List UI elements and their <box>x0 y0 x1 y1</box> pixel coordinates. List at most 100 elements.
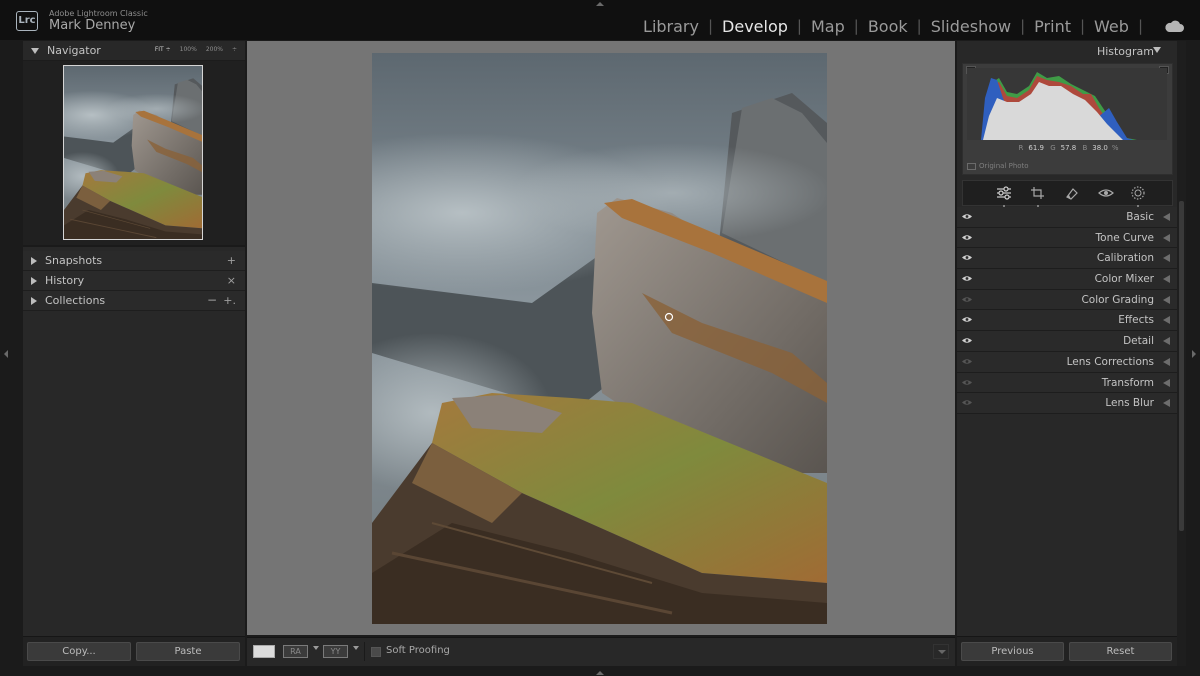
cloud-icon[interactable] <box>1164 19 1184 33</box>
eye-icon[interactable] <box>962 213 972 220</box>
zoom-more[interactable]: ÷ <box>232 46 237 53</box>
panel-calibration[interactable]: Calibration <box>957 248 1177 270</box>
expand-arrow-icon <box>1163 337 1170 346</box>
zoom-100[interactable]: 100% <box>180 46 197 53</box>
soft-proofing-checkbox[interactable] <box>371 647 381 657</box>
panel-basic[interactable]: Basic <box>957 207 1177 228</box>
heal-icon[interactable] <box>1063 185 1081 201</box>
module-library[interactable]: Library <box>643 17 699 36</box>
eye-icon[interactable] <box>962 275 972 282</box>
crop-icon[interactable] <box>1029 185 1047 201</box>
top-bar: Lrc Adobe Lightroom Classic Mark Denney … <box>0 0 1200 40</box>
navigator-title: Navigator <box>47 44 101 57</box>
expand-arrow-icon <box>1163 378 1170 387</box>
history-label: History <box>45 274 85 287</box>
eye-icon[interactable] <box>962 316 972 323</box>
top-panel-collapse-icon[interactable] <box>596 2 604 6</box>
sliders-icon[interactable] <box>995 185 1013 201</box>
collapse-triangle-icon <box>1153 47 1161 53</box>
image-canvas[interactable] <box>247 41 955 635</box>
before-after-ra-button[interactable]: RA <box>283 645 308 658</box>
expand-arrow-icon <box>1163 275 1170 284</box>
photo-icon <box>967 162 976 170</box>
collections-label: Collections <box>45 294 106 307</box>
expand-arrow-icon <box>1163 233 1170 242</box>
identity-plate-user[interactable]: Mark Denney <box>49 18 135 33</box>
module-print[interactable]: Print <box>1034 17 1071 36</box>
bottom-panel-collapse-icon[interactable] <box>596 671 604 675</box>
navigator-thumbnail[interactable] <box>63 65 203 240</box>
redeye-icon[interactable] <box>1097 185 1115 201</box>
expand-arrow-icon <box>1163 295 1170 304</box>
navigator-preview[interactable] <box>23 61 245 247</box>
right-panel-footer: Previous Reset <box>957 636 1177 666</box>
rgb-readout: R 61.9 G 57.8 B 38.0% <box>1018 144 1119 152</box>
histogram-header[interactable]: Histogram <box>957 41 1177 61</box>
eye-icon[interactable] <box>962 337 972 344</box>
module-develop[interactable]: Develop <box>722 17 788 36</box>
navigator-header[interactable]: Navigator FIT ÷ 100% 200% ÷ <box>23 41 245 61</box>
left-panel-collapse-icon[interactable] <box>4 350 8 358</box>
copy-settings-button[interactable]: Copy... <box>27 642 131 661</box>
zoom-200[interactable]: 200% <box>206 46 223 53</box>
add-collection-button[interactable]: +. <box>223 294 236 307</box>
expand-arrow-icon <box>1163 357 1170 366</box>
expand-triangle-icon <box>31 256 37 265</box>
right-panel-collapse-icon[interactable] <box>1192 350 1196 358</box>
eye-icon[interactable] <box>962 296 972 303</box>
before-after-yy-button[interactable]: YY <box>323 645 348 658</box>
loupe-view-button[interactable] <box>253 645 275 658</box>
module-web[interactable]: Web <box>1094 17 1129 36</box>
expand-triangle-icon <box>31 276 37 285</box>
eye-icon[interactable] <box>962 234 972 241</box>
remove-collection-button[interactable]: − <box>207 293 217 307</box>
original-photo-toggle[interactable]: Original Photo <box>967 162 1029 170</box>
module-book[interactable]: Book <box>868 17 908 36</box>
expand-arrow-icon <box>1163 254 1170 263</box>
collections-section[interactable]: Collections − +. <box>23 291 245 311</box>
histogram-graph <box>967 68 1167 140</box>
scrollbar-thumb[interactable] <box>1179 201 1184 531</box>
mask-icon[interactable] <box>1129 185 1147 201</box>
right-panel: Histogram R 61.9 G 57.8 B 38.0% Original Ph… <box>957 41 1177 666</box>
expand-arrow-icon <box>1163 316 1170 325</box>
lrc-logo: Lrc <box>16 11 38 31</box>
panel-lens-blur[interactable]: Lens Blur <box>957 393 1177 414</box>
panel-lens-corrections[interactable]: Lens Corrections <box>957 351 1177 373</box>
right-panel-scrollbar[interactable] <box>1177 41 1186 666</box>
main-photo[interactable] <box>372 53 827 624</box>
eye-icon[interactable] <box>962 399 972 406</box>
toolbar-content-menu[interactable] <box>933 644 949 659</box>
panel-effects[interactable]: Effects <box>957 310 1177 332</box>
snapshots-label: Snapshots <box>45 254 103 267</box>
expand-arrow-icon <box>1163 213 1170 221</box>
eye-icon[interactable] <box>962 254 972 261</box>
eye-icon[interactable] <box>962 358 972 365</box>
reset-button[interactable]: Reset <box>1069 642 1172 661</box>
b-value: 38.0 <box>1092 144 1108 152</box>
clear-history-button[interactable]: × <box>227 274 236 287</box>
navigator-zoom-options: FIT ÷ 100% 200% ÷ <box>155 46 237 53</box>
module-picker: Library | Develop | Map | Book | Slidesh… <box>643 15 1184 37</box>
panel-detail[interactable]: Detail <box>957 331 1177 352</box>
ra-dropdown-icon[interactable] <box>313 646 319 650</box>
snapshots-section[interactable]: Snapshots + <box>23 251 245 271</box>
r-value: 61.9 <box>1028 144 1044 152</box>
previous-button[interactable]: Previous <box>961 642 1064 661</box>
history-section[interactable]: History × <box>23 271 245 291</box>
histogram[interactable]: R 61.9 G 57.8 B 38.0% Original Photo <box>962 63 1173 175</box>
paste-settings-button[interactable]: Paste <box>136 642 240 661</box>
panel-color-grading[interactable]: Color Grading <box>957 289 1177 311</box>
left-panel: Navigator FIT ÷ 100% 200% ÷ Snapshots + … <box>23 41 245 666</box>
expand-arrow-icon <box>1163 399 1170 408</box>
yy-dropdown-icon[interactable] <box>353 646 359 650</box>
module-map[interactable]: Map <box>811 17 845 36</box>
zoom-fit[interactable]: FIT ÷ <box>155 46 171 53</box>
module-slideshow[interactable]: Slideshow <box>931 17 1011 36</box>
tool-strip <box>962 180 1173 207</box>
add-snapshot-button[interactable]: + <box>227 254 236 267</box>
eye-icon[interactable] <box>962 379 972 386</box>
panel-transform[interactable]: Transform <box>957 372 1177 394</box>
panel-color-mixer[interactable]: Color Mixer <box>957 269 1177 290</box>
panel-tone-curve[interactable]: Tone Curve <box>957 227 1177 249</box>
